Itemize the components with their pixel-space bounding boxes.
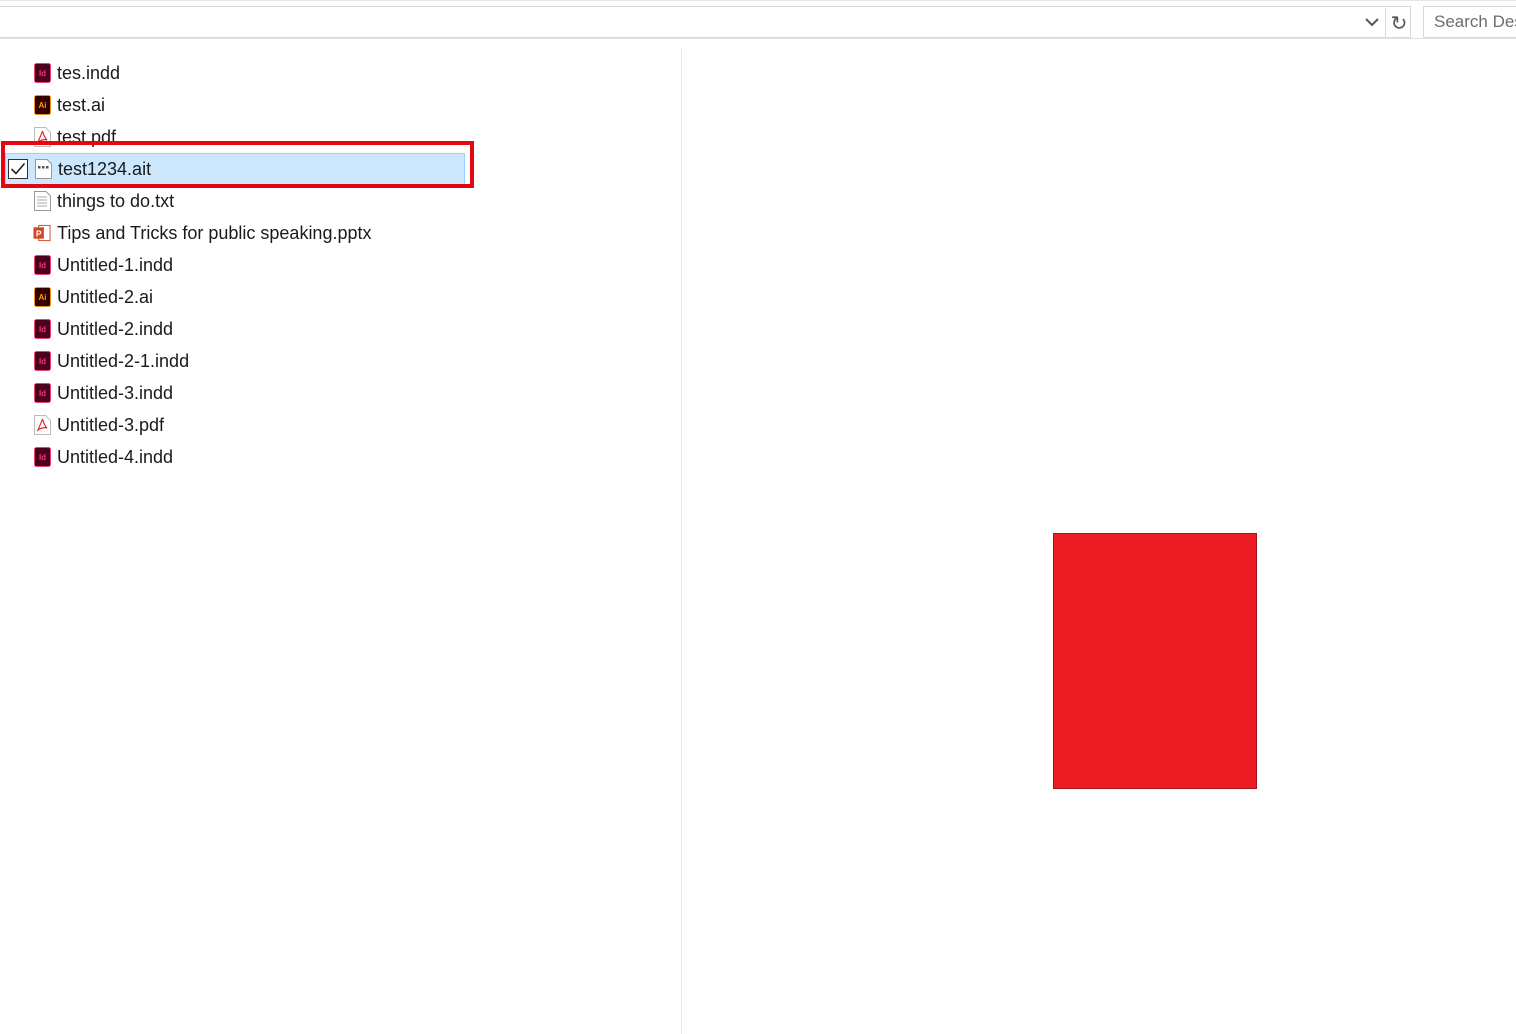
file-name: Untitled-3.pdf (57, 414, 165, 435)
file-name: Untitled-2.ai (57, 286, 154, 307)
file-list-item[interactable]: Id Untitled-2.indd (5, 313, 465, 345)
svg-text:Id: Id (38, 389, 45, 398)
preview-red-rectangle (1053, 533, 1257, 789)
indesign-icon: Id (33, 255, 51, 275)
file-checkbox[interactable] (7, 287, 27, 307)
indesign-icon: Id (33, 63, 51, 83)
text-file-icon (33, 191, 51, 211)
svg-text:Ai: Ai (38, 293, 46, 302)
chevron-down-icon (1364, 14, 1380, 32)
search-input[interactable]: Search Des (1423, 6, 1516, 38)
pdf-icon (33, 415, 51, 435)
file-checkbox[interactable] (7, 415, 27, 435)
file-list-item[interactable]: Untitled-3.pdf (5, 409, 465, 441)
address-toolbar: ↻ Search Des (0, 0, 1516, 39)
file-list-item[interactable]: Id Untitled-2-1.indd (5, 345, 465, 377)
svg-text:Id: Id (38, 261, 45, 270)
file-checkbox[interactable] (7, 383, 27, 403)
file-list-item[interactable]: Id Untitled-4.indd (5, 441, 465, 473)
svg-text:Id: Id (38, 453, 45, 462)
file-list-item[interactable]: Id Untitled-1.indd (5, 249, 465, 281)
file-checkbox[interactable] (7, 191, 27, 211)
illustrator-icon: Ai (33, 287, 51, 307)
file-checkbox[interactable] (7, 63, 27, 83)
illustrator-icon: Ai (33, 95, 51, 115)
indesign-icon: Id (33, 319, 51, 339)
refresh-icon: ↻ (1390, 12, 1408, 35)
file-name: things to do.txt (57, 190, 175, 211)
file-name: tes.indd (57, 62, 121, 83)
svg-text:Ai: Ai (38, 101, 46, 110)
file-checkbox[interactable] (7, 223, 27, 243)
file-name: Tips and Tricks for public speaking.pptx (57, 222, 372, 243)
file-name: Untitled-4.indd (57, 446, 174, 467)
file-checkbox[interactable] (7, 255, 27, 275)
svg-text:Id: Id (38, 357, 45, 366)
indesign-icon: Id (33, 351, 51, 371)
file-name: Untitled-2.indd (57, 318, 174, 339)
address-bar[interactable] (0, 6, 1411, 38)
file-list-item[interactable]: things to do.txt (5, 185, 465, 217)
file-checkbox[interactable] (7, 351, 27, 371)
file-name: Untitled-1.indd (57, 254, 174, 275)
file-list-item[interactable]: Id Untitled-3.indd (5, 377, 465, 409)
refresh-button[interactable]: ↻ (1385, 8, 1412, 38)
file-list-item[interactable]: P Tips and Tricks for public speaking.ppt… (5, 217, 465, 249)
file-list-item[interactable]: Ai test.ai (5, 89, 465, 121)
svg-text:Id: Id (38, 69, 45, 78)
file-checkbox[interactable] (7, 447, 27, 467)
file-name: test.ai (57, 94, 106, 115)
file-name: Untitled-2-1.indd (57, 350, 190, 371)
file-checkbox[interactable] (7, 95, 27, 115)
indesign-icon: Id (33, 383, 51, 403)
indesign-icon: Id (33, 447, 51, 467)
powerpoint-icon: P (33, 223, 51, 243)
file-list-item[interactable]: Id tes.indd (5, 57, 465, 89)
search-placeholder: Search Des (1434, 12, 1516, 31)
file-list-item[interactable]: Ai Untitled-2.ai (5, 281, 465, 313)
file-checkbox[interactable] (7, 319, 27, 339)
svg-text:P: P (36, 228, 42, 238)
highlight-annotation-box (1, 141, 474, 188)
file-name: Untitled-3.indd (57, 382, 174, 403)
svg-text:Id: Id (38, 325, 45, 334)
address-dropdown-button[interactable] (1360, 8, 1384, 38)
